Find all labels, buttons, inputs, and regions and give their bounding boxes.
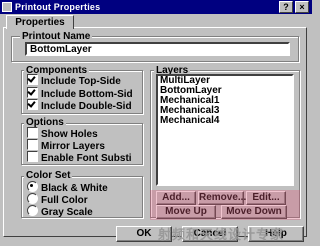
checkbox-box[interactable]	[27, 99, 38, 110]
help-question-button[interactable]: ?	[279, 1, 293, 13]
move-down-button[interactable]: Move Down	[221, 205, 287, 219]
enable-font-substitution-label: Enable Font Substi	[41, 153, 132, 163]
checkbox-box[interactable]	[27, 151, 38, 162]
include-top-side-checkbox[interactable]: Include Top-Side	[27, 74, 141, 86]
app-icon	[2, 2, 12, 12]
include-bottom-side-checkbox[interactable]: Include Bottom-Sid	[27, 87, 141, 99]
tab-properties[interactable]: Properties	[6, 15, 74, 29]
cancel-button[interactable]: Cancel	[182, 226, 238, 242]
ok-button[interactable]: OK	[116, 226, 172, 242]
close-button[interactable]: ×	[295, 1, 309, 13]
checkbox-box[interactable]	[27, 74, 38, 85]
help-button[interactable]: Help	[248, 226, 304, 242]
show-holes-label: Show Holes	[41, 129, 98, 139]
radio-circle[interactable]	[27, 181, 38, 192]
remove-layer-button[interactable]: Remove...	[198, 191, 246, 205]
mirror-layers-checkbox[interactable]: Mirror Layers	[27, 139, 141, 151]
checkbox-box[interactable]	[27, 139, 38, 150]
title-bar[interactable]: Printout Properties ? ×	[0, 0, 312, 14]
edit-layer-button[interactable]: Edit...	[246, 191, 286, 205]
list-item[interactable]: Mechanical4	[158, 116, 292, 126]
black-white-radio[interactable]: Black & White	[27, 181, 141, 193]
show-holes-checkbox[interactable]: Show Holes	[27, 127, 141, 139]
include-double-side-checkbox[interactable]: Include Double-Sid	[27, 99, 141, 111]
window-title: Printout Properties	[15, 2, 101, 12]
printout-name-input[interactable]: BottomLayer	[25, 42, 290, 56]
include-bottom-side-label: Include Bottom-Sid	[41, 89, 133, 99]
color-set-label: Color Set	[24, 170, 73, 181]
include-top-side-label: Include Top-Side	[41, 76, 121, 86]
radio-circle[interactable]	[27, 205, 38, 216]
mirror-layers-label: Mirror Layers	[41, 141, 105, 151]
gray-scale-radio[interactable]: Gray Scale	[27, 205, 141, 217]
move-up-button[interactable]: Move Up	[156, 205, 216, 219]
include-double-side-label: Include Double-Sid	[41, 101, 132, 111]
black-white-label: Black & White	[41, 183, 108, 193]
checkbox-box[interactable]	[27, 127, 38, 138]
printout-name-label: Printout Name	[20, 31, 93, 42]
checkbox-box[interactable]	[27, 87, 38, 98]
add-layer-button[interactable]: Add...	[156, 191, 196, 205]
radio-circle[interactable]	[27, 193, 38, 204]
enable-font-substitution-checkbox[interactable]: Enable Font Substi	[27, 151, 141, 163]
full-color-radio[interactable]: Full Color	[27, 193, 141, 205]
layers-list[interactable]: MultiLayer BottomLayer Mechanical1 Mecha…	[156, 74, 294, 186]
full-color-label: Full Color	[41, 195, 88, 205]
gray-scale-label: Gray Scale	[41, 207, 93, 217]
